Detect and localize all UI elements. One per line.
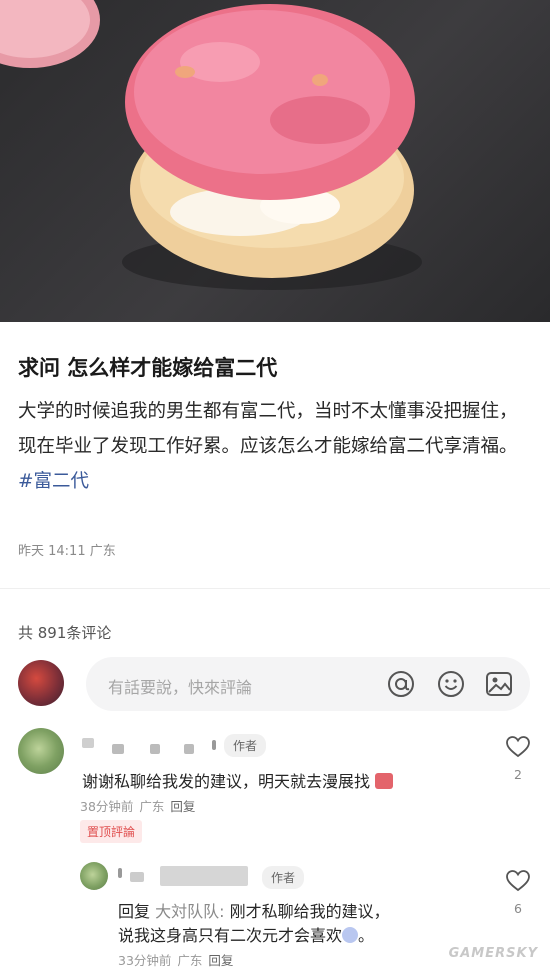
hashtag-link[interactable]: #富二代 <box>18 471 89 492</box>
reply-text-line1: 回复 大対队队: 刚才私聊给我的建议， <box>118 902 390 921</box>
pastry-illustration <box>0 0 422 290</box>
post-title: 求问 怎么样才能嫁给富二代 <box>18 356 278 380</box>
comment-text: 谢谢私聊给我发的建议，明天就去漫展找 <box>82 768 394 792</box>
post-body-text: 大学的时候追我的男生都有富二代，当时不太懂事没把握住，现在毕业了发现工作好累。应… <box>18 401 518 457</box>
post-body: 大学的时候追我的男生都有富二代，当时不太懂事没把握住，现在毕业了发现工作好累。应… <box>18 394 532 499</box>
like-count: 2 <box>514 767 522 782</box>
comment-input[interactable]: 有話要說，快來評論 <box>86 657 530 711</box>
image-icon[interactable] <box>484 669 514 699</box>
reply-button[interactable]: 回复 <box>170 799 195 814</box>
comment-meta: 38分钟前 广东 回复 <box>80 799 196 814</box>
author-badge: 作者 <box>262 866 305 889</box>
like-heart-icon[interactable] <box>505 868 531 894</box>
reply-avatar[interactable] <box>80 862 108 890</box>
watermark-logo: GAMERSKY <box>448 946 538 961</box>
comment-count: 共 891条评论 <box>18 624 112 642</box>
post-image[interactable] <box>0 0 550 322</box>
reply-meta: 33分钟前 广东 回复 <box>118 953 234 968</box>
my-avatar[interactable] <box>18 660 64 706</box>
like-count: 6 <box>514 901 522 916</box>
commenter-avatar[interactable] <box>18 728 64 774</box>
section-divider <box>0 588 550 589</box>
post-time: 昨天 14:11 <box>18 544 86 559</box>
crying-emoji-icon <box>342 927 359 943</box>
post-meta: 昨天 14:11 广东 <box>18 540 116 559</box>
mention-icon[interactable] <box>386 669 416 699</box>
box-emoji-icon <box>375 773 394 789</box>
comment-input-placeholder: 有話要說，快來評論 <box>108 678 253 697</box>
reply-to-name[interactable]: 大対队队: <box>155 902 224 921</box>
emoji-icon[interactable] <box>436 669 466 699</box>
pinned-badge: 置顶評論 <box>80 820 143 843</box>
like-heart-icon[interactable] <box>505 734 531 760</box>
author-badge: 作者 <box>224 734 267 757</box>
reply-button[interactable]: 回复 <box>208 953 233 968</box>
reply-text-line2: 说我这身高只有二次元才会喜欢。 <box>118 926 375 945</box>
post-location: 广东 <box>89 544 116 559</box>
